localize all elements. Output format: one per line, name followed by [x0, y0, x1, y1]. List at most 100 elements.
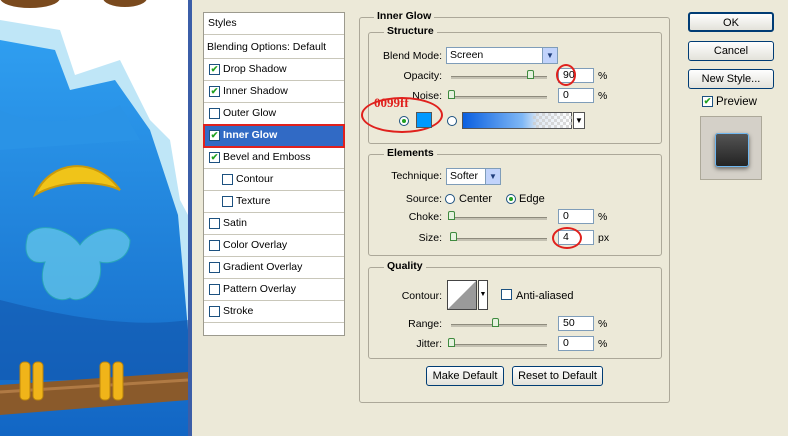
styles-header: Styles	[204, 13, 344, 35]
gradient-radio[interactable]	[447, 116, 457, 126]
size-label: Size:	[418, 232, 442, 244]
style-item-checkbox[interactable]: ✔	[209, 152, 220, 163]
style-item-label: Gradient Overlay	[223, 261, 303, 273]
cancel-button[interactable]: Cancel	[688, 41, 774, 61]
style-item-label: Contour	[236, 173, 274, 185]
style-item-checkbox[interactable]	[209, 108, 220, 119]
new-style-button[interactable]: New Style...	[688, 69, 774, 89]
style-preview	[700, 116, 762, 180]
style-item-label: Bevel and Emboss	[223, 151, 311, 163]
range-input[interactable]: 50	[558, 316, 594, 331]
source-edge-label: Edge	[519, 193, 545, 205]
technique-select[interactable]: Softer ▼	[446, 168, 501, 185]
jitter-slider[interactable]	[451, 344, 547, 347]
style-item-blending-options-default[interactable]: Blending Options: Default	[204, 37, 344, 59]
style-item-stroke[interactable]: Stroke	[204, 301, 344, 323]
style-item-label: Color Overlay	[223, 239, 288, 251]
noise-slider[interactable]	[451, 96, 547, 99]
style-item-outer-glow[interactable]: Outer Glow	[204, 103, 344, 125]
reset-to-default-button[interactable]: Reset to Default	[512, 366, 603, 386]
blend-mode-label: Blend Mode:	[383, 50, 442, 62]
technique-value: Softer	[450, 170, 479, 182]
contour-label: Contour:	[401, 290, 442, 302]
style-item-inner-shadow[interactable]: ✔ Inner Shadow	[204, 81, 344, 103]
make-default-button[interactable]: Make Default	[426, 366, 504, 386]
style-item-label: Stroke	[223, 305, 254, 317]
style-item-satin[interactable]: Satin	[204, 213, 344, 235]
range-slider[interactable]	[451, 324, 547, 327]
style-item-label: Satin	[223, 217, 247, 229]
style-item-gradient-overlay[interactable]: Gradient Overlay	[204, 257, 344, 279]
size-slider-thumb[interactable]	[449, 232, 457, 241]
range-label: Range:	[408, 318, 442, 330]
style-item-checkbox[interactable]: ✔	[209, 64, 220, 75]
source-center-label: Center	[459, 193, 493, 205]
source-edge-radio[interactable]	[506, 194, 516, 204]
style-item-label: Blending Options: Default	[207, 41, 327, 53]
size-annotation-circle	[552, 227, 582, 249]
style-item-bevel-and-emboss[interactable]: ✔ Bevel and Emboss	[204, 147, 344, 169]
opacity-annotation-circle	[556, 64, 576, 86]
preview-checkbox[interactable]: ✔	[702, 96, 713, 107]
style-item-checkbox[interactable]: ✔	[209, 130, 220, 141]
structure-title: Structure	[384, 25, 437, 37]
gradient-picker[interactable]	[462, 112, 572, 129]
style-item-drop-shadow[interactable]: ✔ Drop Shadow	[204, 59, 344, 81]
anti-aliased-checkbox[interactable]	[501, 289, 512, 300]
choke-slider-thumb[interactable]	[448, 211, 455, 220]
style-item-checkbox[interactable]	[209, 218, 220, 229]
chevron-down-icon: ▼	[575, 116, 583, 125]
preview-label: Preview	[716, 96, 757, 108]
style-item-checkbox[interactable]: ✔	[209, 86, 220, 97]
inner-glow-title: Inner Glow	[374, 10, 435, 22]
noise-unit: %	[598, 90, 608, 102]
style-item-label: Pattern Overlay	[223, 283, 296, 295]
styles-list: Styles Blending Options: Default ✔ Drop Sha…	[203, 12, 345, 336]
contour-linear-icon	[448, 281, 476, 309]
style-item-label: Texture	[236, 195, 271, 207]
style-item-checkbox[interactable]	[222, 174, 233, 185]
source-label: Source:	[405, 193, 442, 205]
jitter-input[interactable]: 0	[558, 336, 594, 351]
choke-slider[interactable]	[451, 217, 547, 220]
choke-input[interactable]: 0	[558, 209, 594, 224]
canvas-artwork	[0, 0, 188, 436]
noise-slider-thumb[interactable]	[448, 90, 455, 99]
anti-aliased-label: Anti-aliased	[516, 290, 574, 302]
style-item-checkbox[interactable]	[209, 262, 220, 273]
style-item-checkbox[interactable]	[209, 240, 220, 251]
opacity-slider-thumb[interactable]	[527, 70, 535, 79]
style-item-texture[interactable]: Texture	[204, 191, 344, 213]
gradient-dropdown[interactable]: ▼	[573, 112, 585, 129]
size-slider[interactable]	[451, 238, 547, 241]
jitter-label: Jitter:	[416, 338, 442, 350]
ok-button[interactable]: OK	[688, 12, 774, 32]
style-item-label: Drop Shadow	[223, 63, 287, 75]
style-item-checkbox[interactable]	[209, 284, 220, 295]
noise-input[interactable]: 0	[558, 88, 594, 103]
style-item-label: Outer Glow	[223, 107, 277, 119]
range-slider-thumb[interactable]	[492, 318, 499, 327]
style-item-contour[interactable]: Contour	[204, 169, 344, 191]
style-item-label: Inner Glow	[223, 129, 278, 141]
contour-preview[interactable]	[447, 280, 477, 310]
chevron-down-icon: ▼	[479, 291, 487, 298]
window-frame-edge	[188, 0, 192, 436]
contour-dropdown[interactable]: ▼	[478, 280, 488, 310]
style-item-label: Inner Shadow	[223, 85, 288, 97]
choke-unit: %	[598, 211, 608, 223]
style-item-pattern-overlay[interactable]: Pattern Overlay	[204, 279, 344, 301]
style-item-checkbox[interactable]	[209, 306, 220, 317]
style-item-color-overlay[interactable]: Color Overlay	[204, 235, 344, 257]
jitter-slider-thumb[interactable]	[448, 338, 455, 347]
jitter-unit: %	[598, 338, 608, 350]
style-item-inner-glow[interactable]: ✔ Inner Glow	[203, 124, 345, 148]
glow-color-swatch[interactable]	[416, 112, 432, 128]
blend-mode-select[interactable]: Screen ▼	[446, 47, 558, 64]
opacity-unit: %	[598, 70, 608, 82]
style-item-checkbox[interactable]	[222, 196, 233, 207]
solid-color-radio[interactable]	[399, 116, 409, 126]
source-center-radio[interactable]	[445, 194, 455, 204]
choke-label: Choke:	[408, 211, 442, 223]
bird-illustration	[0, 0, 188, 436]
